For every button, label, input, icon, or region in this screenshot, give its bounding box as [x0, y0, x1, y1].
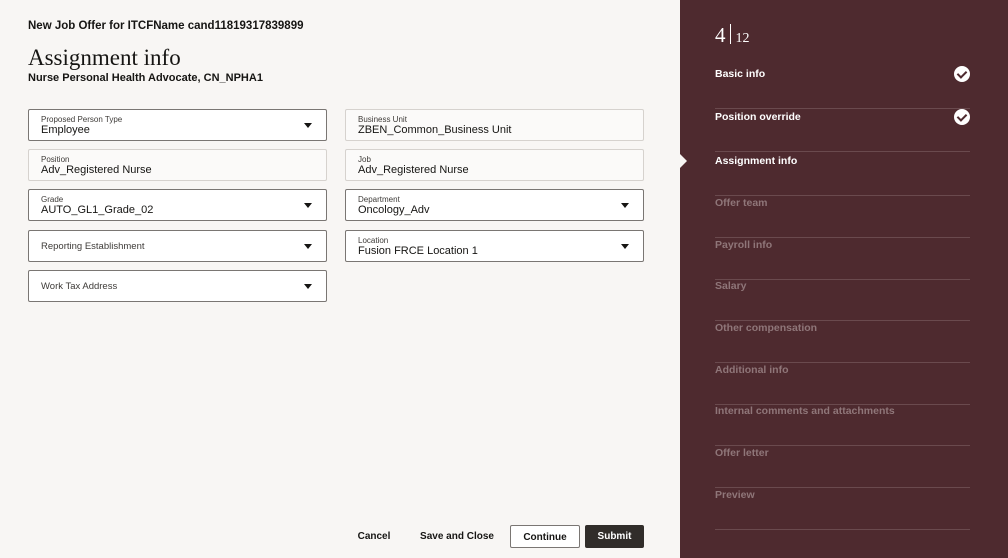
train-step-other-compensation[interactable]: Other compensation — [715, 321, 970, 363]
train-step-position-override[interactable]: Position override — [715, 109, 970, 152]
train-step-additional-info[interactable]: Additional info — [715, 363, 970, 405]
field-label: Position — [41, 155, 70, 164]
train-step-label: Position override — [715, 111, 801, 123]
department-select[interactable]: Department Oncology_Adv — [345, 189, 644, 221]
field-value: Fusion FRCE Location 1 — [358, 245, 478, 257]
train-step-label: Salary — [715, 280, 747, 292]
train-step-assignment-info[interactable]: Assignment info — [715, 154, 970, 196]
field-value: Oncology_Adv — [358, 204, 430, 216]
chevron-down-icon[interactable] — [304, 203, 312, 208]
step-counter: 4 12 — [715, 23, 750, 48]
train-step-label: Payroll info — [715, 239, 773, 251]
cancel-button[interactable]: Cancel — [348, 525, 400, 548]
proposed-person-type-select[interactable]: Proposed Person Type Employee — [28, 109, 327, 141]
field-label: Business Unit — [358, 115, 407, 124]
train-step-label: Internal comments and attachments — [715, 405, 895, 417]
page-subtitle: Nurse Personal Health Advocate, CN_NPHA1 — [28, 72, 263, 84]
work-tax-address-select[interactable]: Work Tax Address — [28, 270, 327, 302]
field-label: Proposed Person Type — [41, 115, 123, 124]
train-step-label: Preview — [715, 489, 755, 501]
location-select[interactable]: Location Fusion FRCE Location 1 — [345, 230, 644, 262]
reporting-establishment-select[interactable]: Reporting Establishment — [28, 230, 327, 262]
checkmark-icon — [954, 66, 970, 82]
field-label: Grade — [41, 195, 64, 204]
main-panel: New Job Offer for ITCFName cand118193178… — [0, 0, 680, 558]
field-value: AUTO_GL1_Grade_02 — [41, 204, 154, 216]
checkmark-icon — [954, 109, 970, 125]
train-step-internal-comments[interactable]: Internal comments and attachments — [715, 404, 970, 446]
step-total-number: 12 — [735, 31, 750, 46]
step-counter-divider — [729, 24, 731, 44]
field-label: Job — [358, 155, 371, 164]
job-field: Job Adv_Registered Nurse — [345, 149, 644, 181]
train-step-label: Assignment info — [715, 155, 798, 167]
current-step-pointer — [680, 154, 687, 168]
train-step-label: Offer letter — [715, 447, 769, 459]
position-field: Position Adv_Registered Nurse — [28, 149, 327, 181]
step-current-number: 4 — [715, 23, 726, 47]
save-and-close-button[interactable]: Save and Close — [412, 525, 502, 548]
train-step-salary[interactable]: Salary — [715, 279, 970, 321]
chevron-down-icon[interactable] — [621, 203, 629, 208]
field-label: Work Tax Address — [41, 281, 118, 292]
train-step-payroll-info[interactable]: Payroll info — [715, 238, 970, 280]
train-step-label: Basic info — [715, 68, 766, 80]
field-label: Reporting Establishment — [41, 241, 145, 252]
field-value: ZBEN_Common_Business Unit — [358, 124, 512, 136]
business-unit-field: Business Unit ZBEN_Common_Business Unit — [345, 109, 644, 141]
field-label: Location — [358, 236, 389, 245]
field-label: Department — [358, 195, 400, 204]
page-title: Assignment info — [28, 45, 181, 70]
field-value: Employee — [41, 124, 90, 136]
train-step-label: Additional info — [715, 364, 789, 376]
submit-button[interactable]: Submit — [585, 525, 644, 548]
field-value: Adv_Registered Nurse — [41, 164, 152, 176]
chevron-down-icon[interactable] — [304, 284, 312, 289]
chevron-down-icon[interactable] — [621, 244, 629, 249]
train-step-offer-team[interactable]: Offer team — [715, 196, 970, 238]
train-step-label: Other compensation — [715, 322, 818, 334]
field-value: Adv_Registered Nurse — [358, 164, 469, 176]
train-step-label: Offer team — [715, 197, 768, 209]
train-step-offer-letter[interactable]: Offer letter — [715, 446, 970, 488]
continue-button[interactable]: Continue — [510, 525, 580, 548]
chevron-down-icon[interactable] — [304, 244, 312, 249]
train-step-basic-info[interactable]: Basic info — [715, 66, 970, 109]
chevron-down-icon[interactable] — [304, 123, 312, 128]
train-step-preview[interactable]: Preview — [715, 488, 970, 530]
offer-title: New Job Offer for ITCFName cand118193178… — [28, 20, 304, 32]
grade-select[interactable]: Grade AUTO_GL1_Grade_02 — [28, 189, 327, 221]
